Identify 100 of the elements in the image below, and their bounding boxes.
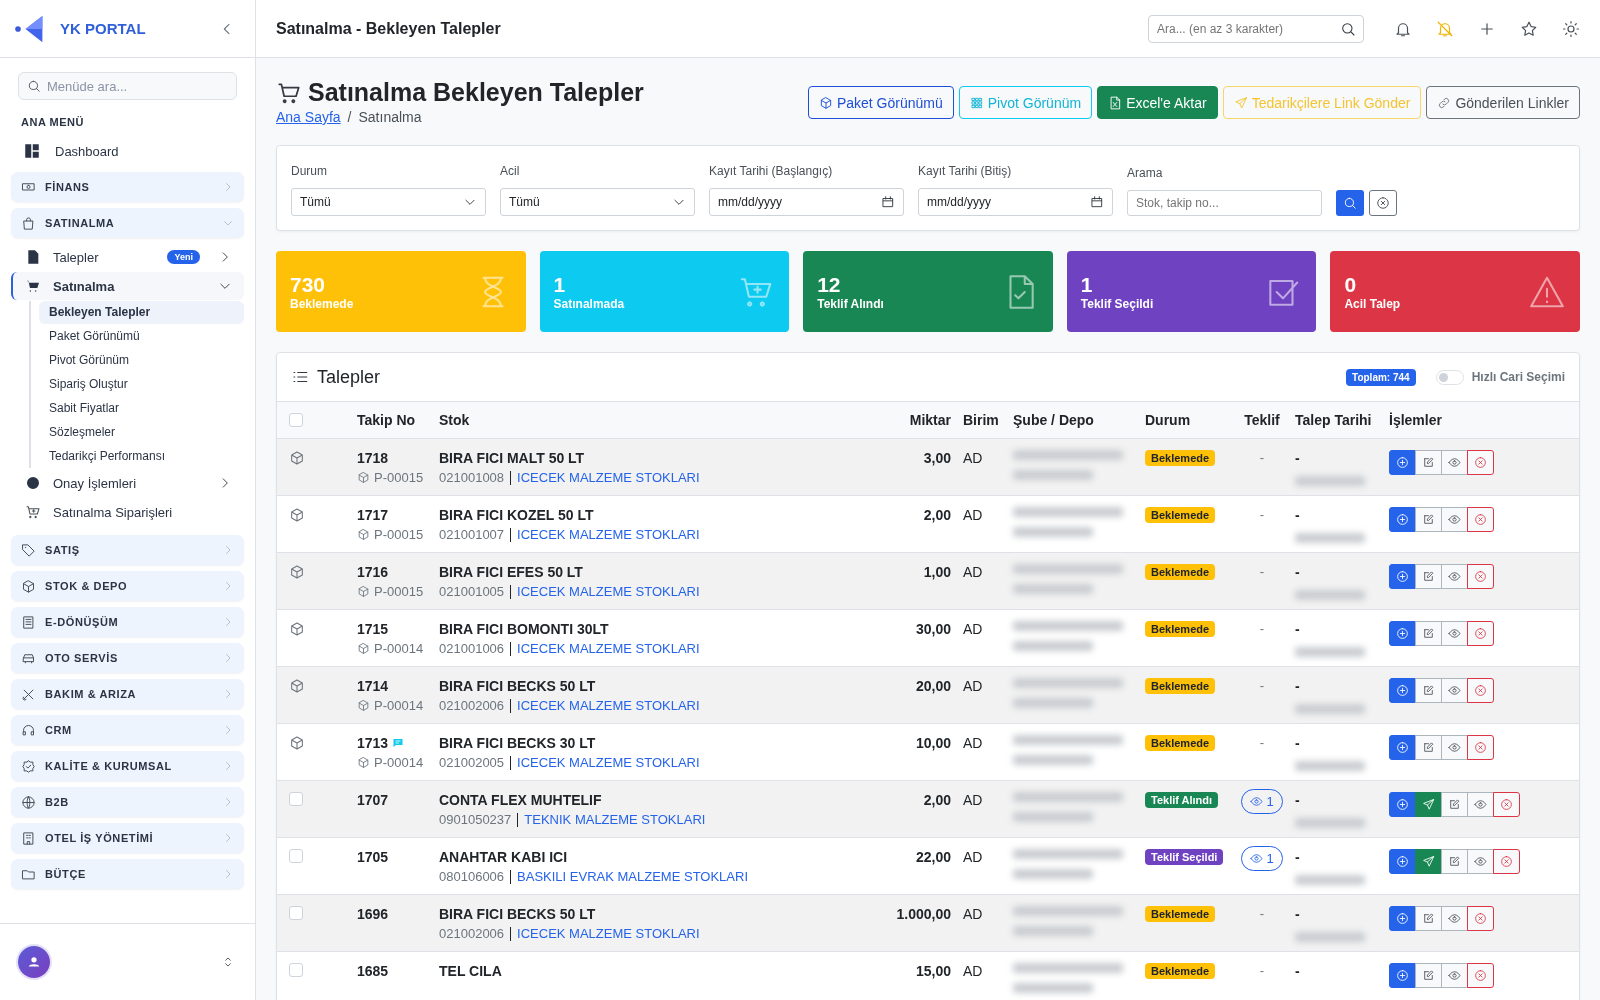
menu-search-field[interactable]: Menüde ara... <box>18 72 237 100</box>
menu-group[interactable]: FİNANS <box>11 172 244 202</box>
submenu-item[interactable]: Bekleyen Talepler <box>39 301 244 324</box>
stock-group-link[interactable]: ICECEK MALZEME STOKLARI <box>517 584 700 599</box>
add-button[interactable] <box>1389 564 1416 589</box>
stock-group-link[interactable]: ICECEK MALZEME STOKLARI <box>517 698 700 713</box>
view-button[interactable] <box>1467 792 1494 817</box>
checkbox[interactable] <box>289 849 303 863</box>
submenu-item[interactable]: Sabit Fiyatlar <box>39 397 244 420</box>
cancel-button[interactable] <box>1467 678 1494 703</box>
submenu-item[interactable]: Sipariş Oluştur <box>39 373 244 396</box>
cancel-button[interactable] <box>1493 849 1520 874</box>
checkbox[interactable] <box>289 413 303 427</box>
submenu-item[interactable]: Tedarikçi Performansı <box>39 445 244 468</box>
cancel-button[interactable] <box>1467 963 1494 988</box>
add-button[interactable] <box>1389 678 1416 703</box>
cancel-button[interactable] <box>1467 906 1494 931</box>
view-button[interactable] <box>1441 450 1468 475</box>
edit-button[interactable] <box>1415 963 1442 988</box>
stock-group-link[interactable]: ICECEK MALZEME STOKLARI <box>517 755 700 770</box>
menu-group[interactable]: CRM <box>11 715 244 745</box>
edit-button[interactable] <box>1441 792 1468 817</box>
star-icon[interactable] <box>1520 19 1538 38</box>
menu-group[interactable]: B2B <box>11 787 244 817</box>
cancel-button[interactable] <box>1493 792 1520 817</box>
search-field[interactable]: Ara... (en az 3 karakter) <box>1148 14 1364 43</box>
submenu-item[interactable]: Pivot Görünüm <box>39 349 244 372</box>
edit-button[interactable] <box>1415 678 1442 703</box>
view-button[interactable] <box>1441 507 1468 532</box>
edit-button[interactable] <box>1415 621 1442 646</box>
checkbox[interactable] <box>289 963 303 977</box>
add-button[interactable] <box>1389 849 1416 874</box>
menu-group[interactable]: BAKIM & ARIZA <box>11 679 244 709</box>
stock-group-link[interactable]: ICECEK MALZEME STOKLARI <box>517 527 700 542</box>
menu-group[interactable]: BÜTÇE <box>11 859 244 889</box>
search-field[interactable]: Stok, takip no... <box>1127 190 1322 216</box>
menu-group[interactable]: E-DÖNÜŞÜM <box>11 607 244 637</box>
stock-group-link[interactable]: ICECEK MALZEME STOKLARI <box>517 470 700 485</box>
stock-group-link[interactable]: ICECEK MALZEME STOKLARI <box>517 641 700 656</box>
menu-group[interactable]: SATINALMA <box>11 208 244 238</box>
add-button[interactable] <box>1389 735 1416 760</box>
date-field[interactable]: mm/dd/yyyy <box>918 188 1113 216</box>
date-field[interactable]: mm/dd/yyyy <box>709 188 904 216</box>
checkbox[interactable] <box>289 906 303 920</box>
cancel-button[interactable] <box>1467 621 1494 646</box>
cancel-button[interactable] <box>1467 735 1494 760</box>
clear-button[interactable] <box>1369 190 1397 216</box>
view-button[interactable] <box>1441 678 1468 703</box>
menu-group[interactable]: OTEL İŞ YÖNETİMİ <box>11 823 244 853</box>
add-button[interactable] <box>1389 621 1416 646</box>
menu-group[interactable]: STOK & DEPO <box>11 571 244 601</box>
submenu-item[interactable]: Paket Görünümü <box>39 325 244 348</box>
edit-button[interactable] <box>1415 735 1442 760</box>
menu-group[interactable]: SATIŞ <box>11 535 244 565</box>
view-button[interactable] <box>1441 906 1468 931</box>
cancel-button[interactable] <box>1467 564 1494 589</box>
menu-item[interactable]: Satınalma <box>11 272 244 300</box>
request-date: - <box>1295 564 1300 580</box>
edit-button[interactable] <box>1415 450 1442 475</box>
stock-group-link[interactable]: ICECEK MALZEME STOKLARI <box>517 926 700 941</box>
toggle-switch[interactable] <box>1435 369 1464 385</box>
add-button[interactable] <box>1389 507 1416 532</box>
view-button[interactable] <box>1441 735 1468 760</box>
add-button[interactable] <box>1389 963 1416 988</box>
add-button[interactable] <box>1389 792 1416 817</box>
breadcrumb-link[interactable]: Ana Sayfa <box>276 109 341 125</box>
search-button[interactable] <box>1336 190 1364 216</box>
view-button[interactable] <box>1467 849 1494 874</box>
submenu-item[interactable]: Sözleşmeler <box>39 421 244 444</box>
bell-slash-icon[interactable] <box>1436 19 1454 38</box>
link-icon <box>1437 95 1452 110</box>
edit-button[interactable] <box>1415 507 1442 532</box>
add-button[interactable] <box>1389 906 1416 931</box>
edit-button[interactable] <box>1441 849 1468 874</box>
menu-item[interactable]: Onay İşlemleri <box>11 469 244 497</box>
toolbar-button[interactable]: Excel'e Aktar <box>1097 86 1218 119</box>
view-button[interactable] <box>1441 564 1468 589</box>
edit-button[interactable] <box>1415 906 1442 931</box>
user-avatar[interactable] <box>18 946 50 978</box>
toolbar-button[interactable]: Paket Görünümü <box>807 86 954 119</box>
view-button[interactable] <box>1441 621 1468 646</box>
menu-group[interactable]: KALİTE & KURUMSAL <box>11 751 244 781</box>
send-button[interactable] <box>1415 849 1442 874</box>
select-field[interactable]: Tümü <box>291 188 486 216</box>
menu-item[interactable]: Talepler Yeni <box>11 243 244 271</box>
cancel-button[interactable] <box>1467 507 1494 532</box>
sun-icon[interactable] <box>1562 19 1580 38</box>
menu-item[interactable]: Satınalma Siparişleri <box>11 498 244 526</box>
menu-item[interactable]: Dashboard <box>11 136 244 166</box>
send-button[interactable] <box>1415 792 1442 817</box>
view-button[interactable] <box>1441 963 1468 988</box>
stock-group-link[interactable]: BASKILI EVRAK MALZEME STOKLARI <box>517 869 749 884</box>
menu-group[interactable]: OTO SERVİS <box>11 643 244 673</box>
select-field[interactable]: Tümü <box>500 188 695 216</box>
cancel-button[interactable] <box>1467 450 1494 475</box>
stock-group-link[interactable]: TEKNIK MALZEME STOKLARI <box>524 812 706 827</box>
checkbox[interactable] <box>289 792 303 806</box>
add-button[interactable] <box>1389 450 1416 475</box>
toolbar-button[interactable]: Gönderilen Linkler <box>1426 86 1580 119</box>
edit-button[interactable] <box>1415 564 1442 589</box>
